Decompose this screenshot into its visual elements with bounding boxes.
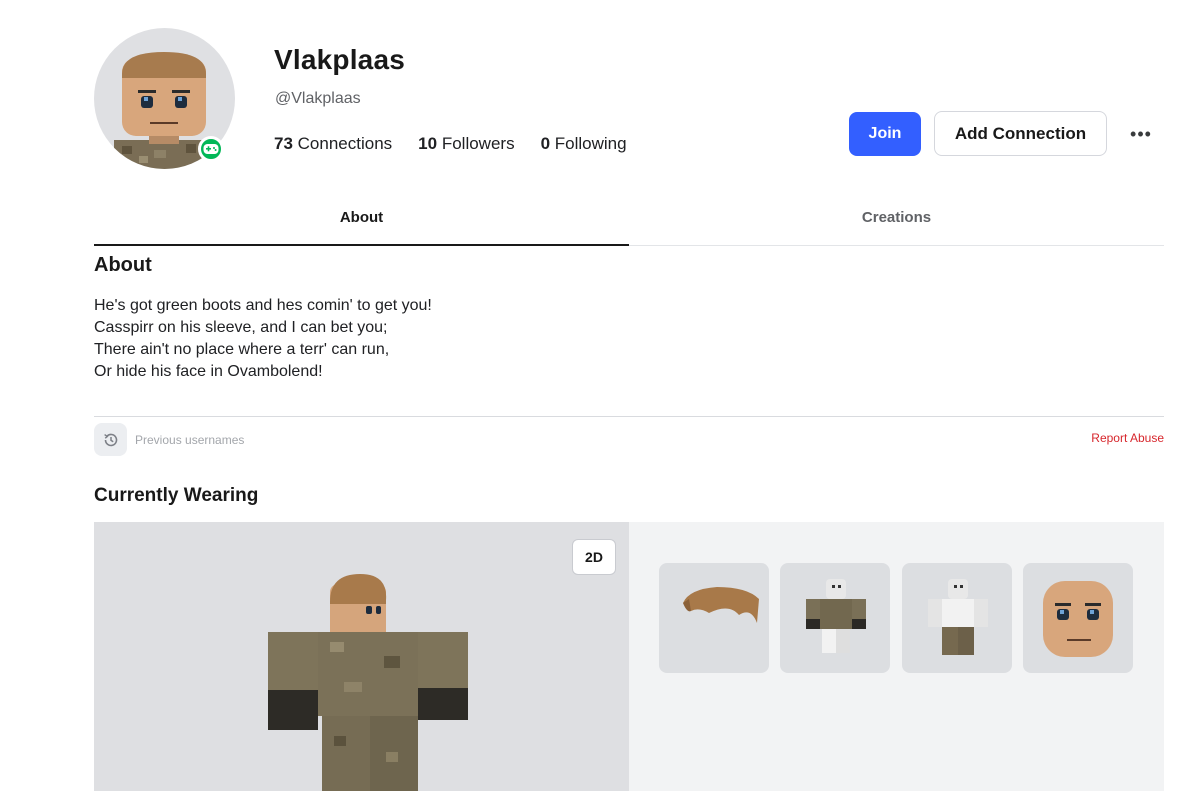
presence-badge [198, 136, 224, 162]
previous-usernames-label: Previous usernames [135, 432, 245, 447]
profile-avatar[interactable] [94, 28, 235, 169]
face-item[interactable] [1023, 563, 1133, 673]
currently-wearing-heading: Currently Wearing [94, 485, 259, 506]
report-abuse-link[interactable]: Report Abuse [1091, 431, 1164, 445]
about-line: He's got green boots and hes comin' to g… [94, 297, 432, 314]
profile-stats: 73 Connections 10 Followers 0 Following [274, 134, 653, 154]
add-connection-button[interactable]: Add Connection [934, 111, 1107, 156]
stat-label: Connections [297, 134, 393, 153]
tab-about[interactable]: About [94, 196, 629, 246]
stat-followers[interactable]: 10 Followers [418, 134, 514, 154]
profile-tabs: About Creations [94, 196, 1164, 246]
about-description: He's got green boots and hes comin' to g… [94, 295, 894, 383]
avatar-body-render [268, 574, 468, 791]
stat-connections[interactable]: 73 Connections [274, 134, 392, 154]
tab-creations[interactable]: Creations [629, 196, 1164, 245]
about-line: Casspirr on his sleeve, and I can bet yo… [94, 319, 388, 336]
camo-pants-icon [928, 579, 988, 655]
username: @Vlakplaas [275, 90, 361, 107]
stat-label: Following [554, 134, 627, 153]
history-icon[interactable] [94, 423, 127, 456]
clock-history-icon [103, 433, 117, 446]
wearing-items-panel [629, 522, 1164, 791]
section-divider [94, 416, 1164, 417]
stat-count: 73 [274, 134, 293, 153]
hair-icon [683, 587, 759, 623]
join-button[interactable]: Join [849, 112, 921, 156]
toggle-2d-button[interactable]: 2D [572, 539, 616, 575]
stat-following[interactable]: 0 Following [541, 134, 627, 154]
shirt-item[interactable] [780, 563, 890, 673]
camo-shirt-icon [806, 579, 866, 653]
more-options-icon[interactable]: ••• [1124, 120, 1158, 148]
stat-label: Followers [441, 134, 515, 153]
face-icon [1043, 581, 1113, 657]
stat-count: 0 [540, 134, 551, 153]
about-heading: About [94, 254, 152, 276]
previous-usernames[interactable]: Previous usernames [94, 423, 244, 456]
about-line: Or hide his face in Ovambolend! [94, 363, 323, 380]
gamepad-icon [203, 144, 219, 154]
display-name: Vlakplaas [274, 44, 405, 75]
pants-item[interactable] [902, 563, 1012, 673]
hair-item[interactable] [659, 563, 769, 673]
about-line: There ain't no place where a terr' can r… [94, 341, 390, 358]
avatar-3d-viewer[interactable]: 2D [94, 522, 629, 791]
stat-count: 10 [418, 134, 438, 153]
